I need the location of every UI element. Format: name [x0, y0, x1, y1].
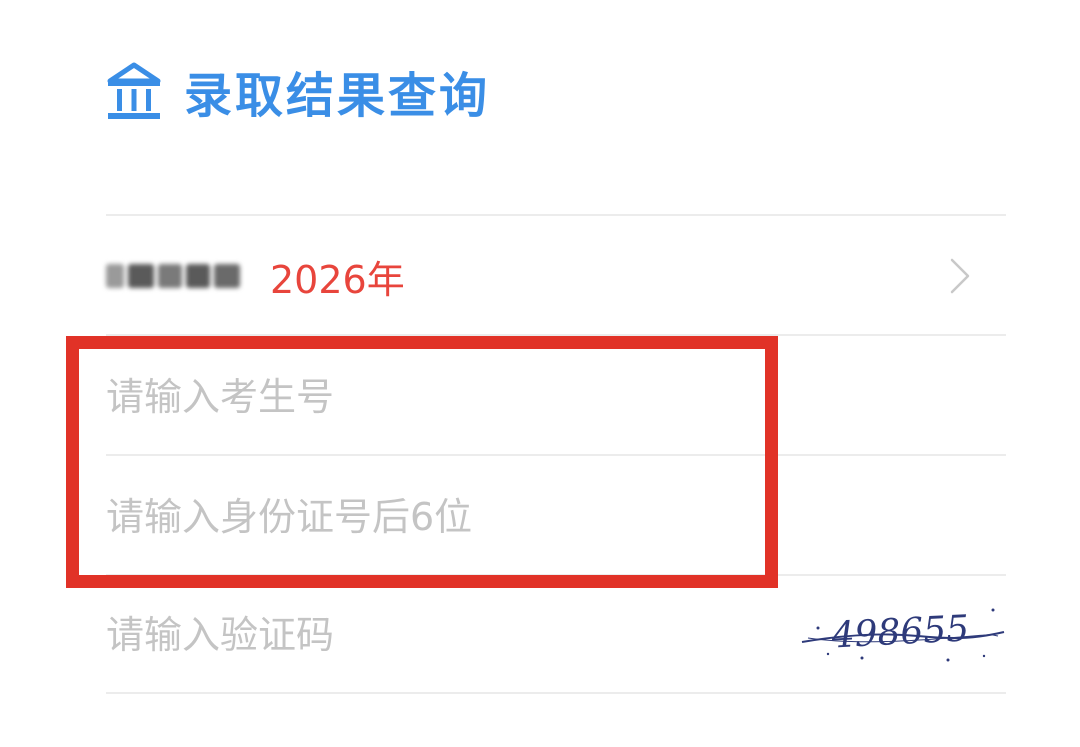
captcha-text: 498655: [830, 608, 970, 656]
redacted-label: [106, 256, 246, 296]
page-header: 录取结果查询: [106, 56, 490, 126]
divider: [106, 214, 1006, 216]
year-value: 2026年: [270, 257, 405, 302]
divider: [106, 692, 1006, 694]
chevron-right-icon: [948, 256, 972, 296]
captcha-image[interactable]: 498655: [798, 598, 1008, 668]
id-last6-input[interactable]: [106, 495, 706, 539]
candidate-number-input[interactable]: [106, 375, 706, 419]
captcha-input[interactable]: [106, 613, 626, 657]
id-last6-row: [106, 458, 1006, 576]
year-selector[interactable]: 2026年: [106, 218, 1006, 334]
divider: [106, 334, 1006, 336]
page-title: 录取结果查询: [184, 68, 491, 124]
divider: [106, 454, 1006, 456]
bank-icon: [106, 61, 162, 121]
candidate-number-row: [106, 338, 1006, 456]
